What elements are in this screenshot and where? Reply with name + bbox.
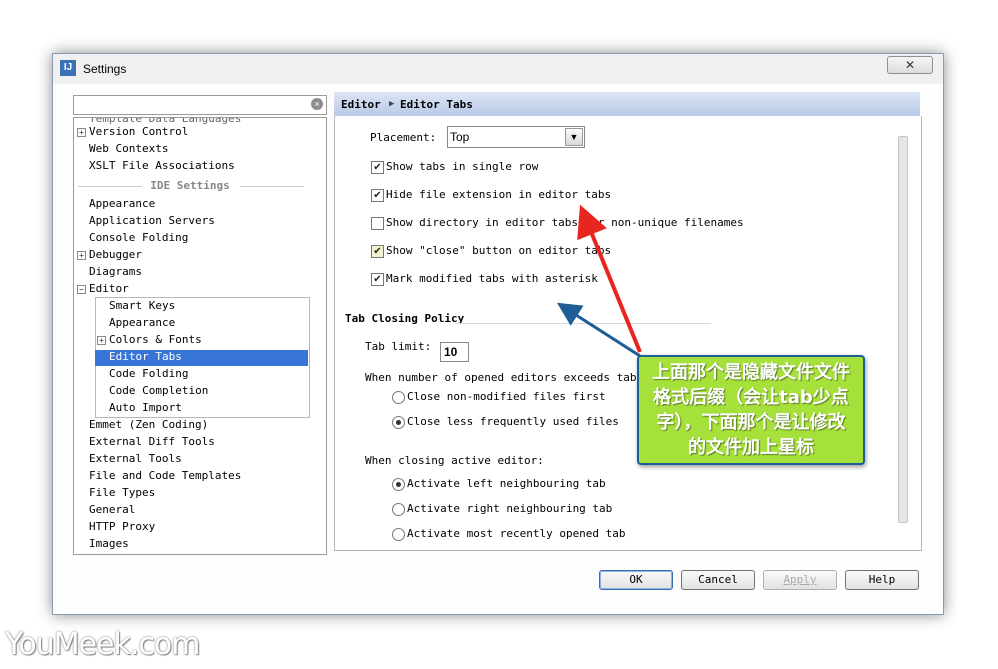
annotation-arrows xyxy=(556,204,642,358)
annotation-line-3: 字），下面那个是让修改 xyxy=(656,412,846,433)
annotation-line-2: 格式后缀（会让tab少点 xyxy=(653,387,849,408)
annotation-text: 上面那个是隐藏文件文件 格式后缀（会让tab少点 字），下面那个是让修改 的文件… xyxy=(639,360,863,460)
annotation-line-1: 上面那个是隐藏文件文件 xyxy=(652,362,850,383)
blue-arrow xyxy=(556,302,641,358)
annotation-line-4: 的文件加上星标 xyxy=(688,437,814,458)
annotation-callout: 上面那个是隐藏文件文件 格式后缀（会让tab少点 字），下面那个是让修改 的文件… xyxy=(637,355,865,465)
watermark: YouMeek.com xyxy=(5,627,200,662)
red-arrow xyxy=(577,204,642,353)
